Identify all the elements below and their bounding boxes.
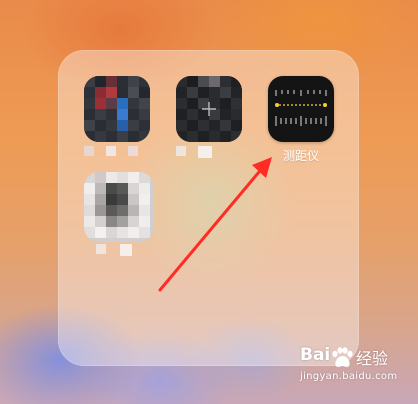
annotation-arrow (158, 157, 272, 292)
baidu-watermark: Bai 经验 jingyan.baidu.com (300, 345, 412, 397)
watermark-url: jingyan.baidu.com (300, 371, 398, 382)
baidu-paw-icon (332, 347, 353, 367)
watermark-brand: Bai (300, 345, 331, 365)
watermark-jingyan: 经验 (356, 349, 389, 368)
